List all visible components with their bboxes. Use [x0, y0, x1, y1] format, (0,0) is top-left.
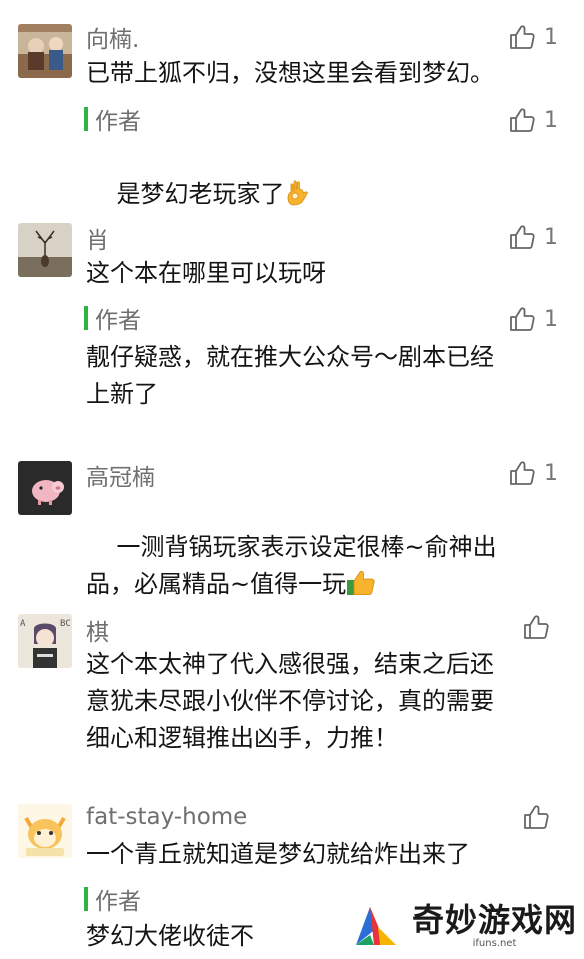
avatar[interactable]: A BC [18, 614, 72, 668]
like-button[interactable]: 1 [508, 22, 558, 52]
like-count: 1 [544, 24, 558, 50]
author-label: 作者 [95, 308, 141, 334]
like-button[interactable]: 1 [508, 222, 558, 252]
reply-text: 是梦幻老玩家了 [86, 139, 556, 250]
thumbs-up-emoji-icon [346, 569, 376, 597]
thumbs-up-icon [508, 305, 536, 333]
svg-text:BC: BC [60, 619, 71, 629]
avatar[interactable] [18, 804, 72, 858]
like-button[interactable] [522, 612, 558, 642]
reply-like-button[interactable]: 1 [508, 304, 558, 334]
avatar[interactable] [18, 223, 72, 277]
like-button[interactable]: 1 [508, 458, 558, 488]
reply-like-button[interactable]: 1 [508, 105, 558, 135]
watermark-url: ifuns.net [472, 938, 517, 949]
author-reply-label: 作者 [84, 886, 141, 915]
thumbs-up-icon [508, 23, 536, 51]
thumbs-up-icon [508, 106, 536, 134]
author-reply-label: 作者 [84, 305, 141, 334]
comment-text: 已带上狐不归，没想这里会看到梦幻。 [86, 59, 494, 87]
comment-text: 这个本在哪里可以玩呀 [86, 259, 326, 287]
author-marker [84, 887, 88, 911]
site-watermark: 奇妙游戏网 ifuns.net [336, 893, 584, 959]
watermark-title: 奇妙游戏网 [412, 901, 578, 939]
author-marker [84, 306, 88, 330]
like-count: 1 [544, 460, 558, 486]
author-reply-label: 作者 [84, 106, 141, 135]
like-button[interactable] [522, 802, 558, 832]
thumbs-up-icon [508, 223, 536, 251]
comment-text: 一测背锅玩家表示设定很棒~俞神出 品，必属精品~值得一玩 [86, 492, 556, 640]
like-count: 1 [544, 224, 558, 250]
comment-text: 这个本太神了代入感很强，结束之后还 意犹未尽跟小伙伴不停讨论，真的需要 细心和逻… [86, 650, 494, 752]
like-count: 1 [544, 306, 558, 332]
comment-text: 一个青丘就知道是梦幻就给炸出来了 [86, 840, 470, 868]
reply-text-content: 是梦幻老玩家了 [116, 180, 285, 208]
username: 肖 [86, 228, 109, 254]
svg-text:A: A [20, 619, 26, 629]
thumbs-up-icon [508, 459, 536, 487]
avatar[interactable] [18, 461, 72, 515]
author-label: 作者 [95, 889, 141, 915]
username: 棋 [86, 620, 109, 646]
thumbs-up-icon [522, 803, 550, 831]
ok-hand-icon [285, 179, 311, 207]
username: 高冠楠 [86, 465, 155, 491]
avatar[interactable] [18, 24, 72, 78]
like-count: 1 [544, 107, 558, 133]
author-marker [84, 107, 88, 131]
site-logo-icon [350, 899, 404, 953]
comment-text-content: 一测背锅玩家表示设定很棒~俞神出 品，必属精品~值得一玩 [86, 533, 497, 598]
author-label: 作者 [95, 109, 141, 135]
thumbs-up-icon [522, 613, 550, 641]
username: 向楠. [86, 27, 140, 53]
username: fat-stay-home [86, 804, 248, 830]
reply-text: 靓仔疑惑，就在推大公众号～剧本已经 上新了 [86, 343, 494, 408]
